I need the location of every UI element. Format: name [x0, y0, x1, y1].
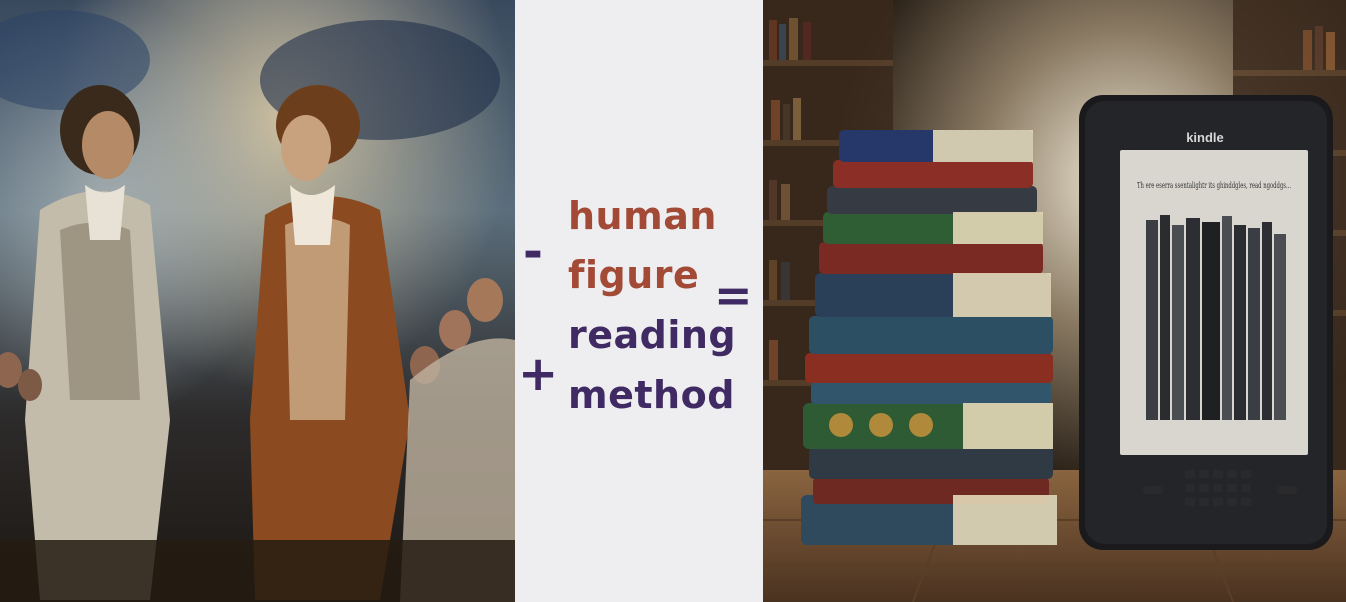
added-term-reading: reading — [568, 313, 737, 357]
kindle-brand-label: kindle — [1186, 130, 1224, 145]
minus-sign: - — [523, 224, 543, 280]
equals-sign: = — [714, 268, 753, 322]
removed-term-human: human — [568, 194, 717, 238]
books-and-kindle-image: kindle Th ere eserra ssentalightr its gh… — [763, 0, 1346, 602]
kindle-screen-text: Th ere eserra ssentalightr its ghinddgle… — [1137, 181, 1291, 190]
removed-term-figure: figure — [568, 253, 700, 297]
painting-image — [0, 0, 515, 602]
added-term-method: method — [568, 373, 735, 417]
equation-panel: - human figure = + reading method — [515, 0, 763, 602]
plus-sign: + — [518, 346, 559, 402]
